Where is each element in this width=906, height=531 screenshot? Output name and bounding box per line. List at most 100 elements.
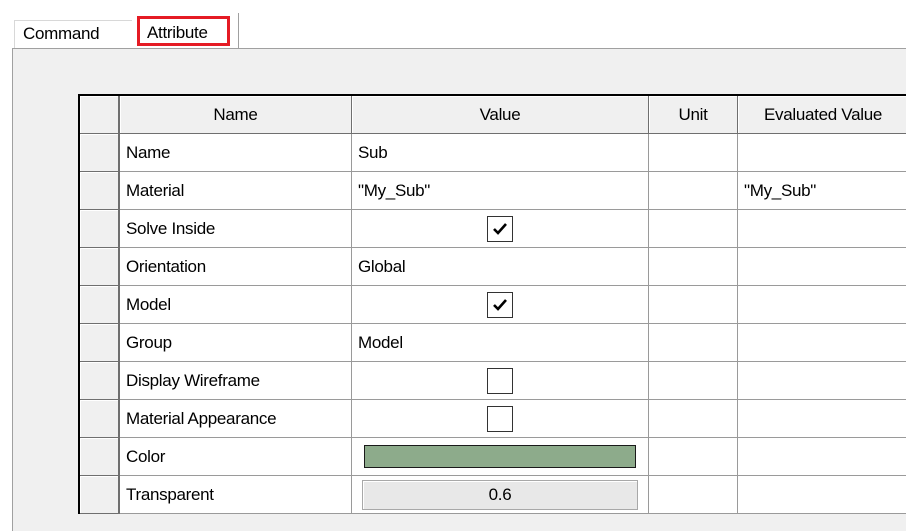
property-name-cell: Material: [120, 172, 352, 210]
property-evaluated-cell: [738, 324, 906, 362]
property-value-cell: [352, 400, 649, 438]
property-unit-cell: [649, 172, 738, 210]
property-grid: Name Value Unit Evaluated Value Name Sub…: [78, 94, 906, 514]
property-value-cell[interactable]: "My_Sub": [352, 172, 649, 210]
property-value-cell: [352, 438, 649, 476]
row-header[interactable]: [80, 400, 120, 438]
table-row: Solve Inside: [80, 210, 906, 248]
table-row: Display Wireframe: [80, 362, 906, 400]
property-name: Solve Inside: [126, 218, 216, 238]
property-unit-cell: [649, 438, 738, 476]
column-header-label: Evaluated Value: [763, 104, 883, 124]
property-name-cell: Name: [120, 134, 352, 172]
row-header[interactable]: [80, 362, 120, 400]
property-evaluated-cell: [738, 210, 906, 248]
tab-command-label: Command: [23, 24, 100, 43]
property-value: Global: [358, 256, 406, 276]
property-name-cell: Model: [120, 286, 352, 324]
property-value-cell: [352, 210, 649, 248]
tab-command[interactable]: Command: [14, 20, 132, 49]
property-value: "My_Sub": [358, 180, 431, 200]
column-header-label: Name: [213, 104, 258, 124]
table-row: Transparent 0.6: [80, 476, 906, 514]
property-name-cell: Material Appearance: [120, 400, 352, 438]
property-unit-cell: [649, 324, 738, 362]
property-evaluated-cell: [738, 400, 906, 438]
property-name-cell: Orientation: [120, 248, 352, 286]
property-evaluated-cell: [738, 248, 906, 286]
property-evaluated-cell: [738, 134, 906, 172]
property-evaluated-value: "My_Sub": [744, 180, 817, 200]
checkmark-icon: [493, 222, 507, 235]
property-name: Transparent: [126, 484, 214, 504]
checkmark-icon: [493, 298, 507, 311]
row-header[interactable]: [80, 286, 120, 324]
table-row: Material Appearance: [80, 400, 906, 438]
row-header[interactable]: [80, 210, 120, 248]
material-appearance-checkbox[interactable]: [487, 405, 513, 432]
property-name: Name: [126, 142, 171, 162]
property-name: Model: [126, 294, 171, 314]
tab-attribute-label: Attribute: [147, 23, 208, 42]
property-name: Material: [126, 180, 185, 200]
property-name-cell: Display Wireframe: [120, 362, 352, 400]
property-name: Color: [126, 446, 166, 466]
property-evaluated-cell: [738, 438, 906, 476]
transparency-value: 0.6: [488, 484, 512, 504]
transparency-value-button[interactable]: 0.6: [362, 479, 638, 510]
corner-header[interactable]: [80, 96, 120, 134]
row-header[interactable]: [80, 476, 120, 514]
property-value-cell[interactable]: Model: [352, 324, 649, 362]
solve-inside-checkbox[interactable]: [487, 215, 513, 242]
column-header-unit[interactable]: Unit: [649, 96, 738, 134]
table-row: Group Model: [80, 324, 906, 362]
property-value-cell: [352, 362, 649, 400]
column-header-name[interactable]: Name: [120, 96, 352, 134]
attribute-panel: Name Value Unit Evaluated Value Name Sub…: [12, 49, 906, 531]
column-header-value[interactable]: Value: [352, 96, 649, 134]
table-row: Name Sub: [80, 134, 906, 172]
property-value: Model: [358, 332, 403, 352]
property-name-cell: Solve Inside: [120, 210, 352, 248]
column-header-evaluated-value[interactable]: Evaluated Value: [738, 96, 906, 134]
table-row: Color: [80, 438, 906, 476]
property-unit-cell: [649, 134, 738, 172]
row-header[interactable]: [80, 172, 120, 210]
property-unit-cell: [649, 286, 738, 324]
table-row: Model: [80, 286, 906, 324]
property-unit-cell: [649, 248, 738, 286]
property-unit-cell: [649, 362, 738, 400]
property-unit-cell: [649, 476, 738, 514]
column-header-label: Unit: [678, 104, 708, 124]
property-name: Display Wireframe: [126, 370, 260, 390]
property-evaluated-cell: [738, 286, 906, 324]
property-value-cell[interactable]: Sub: [352, 134, 649, 172]
property-unit-cell: [649, 400, 738, 438]
property-name: Orientation: [126, 256, 206, 276]
grid-header-row: Name Value Unit Evaluated Value: [80, 96, 906, 134]
property-name-cell: Transparent: [120, 476, 352, 514]
row-header[interactable]: [80, 438, 120, 476]
property-name-cell: Color: [120, 438, 352, 476]
property-value-cell: 0.6: [352, 476, 649, 514]
color-swatch[interactable]: [364, 445, 636, 468]
property-name: Material Appearance: [126, 408, 277, 428]
column-header-label: Value: [479, 104, 521, 124]
row-header[interactable]: [80, 248, 120, 286]
tab-attribute[interactable]: Attribute: [134, 13, 239, 49]
property-name: Group: [126, 332, 172, 352]
row-header[interactable]: [80, 324, 120, 362]
table-row: Material "My_Sub" "My_Sub": [80, 172, 906, 210]
model-checkbox[interactable]: [487, 291, 513, 318]
property-unit-cell: [649, 210, 738, 248]
property-evaluated-cell: [738, 362, 906, 400]
property-evaluated-cell: [738, 476, 906, 514]
property-value-cell[interactable]: Global: [352, 248, 649, 286]
display-wireframe-checkbox[interactable]: [487, 367, 513, 394]
property-value-cell: [352, 286, 649, 324]
tab-attribute-highlight: Attribute: [137, 16, 230, 46]
tab-strip: Command Attribute: [0, 0, 906, 50]
table-row: Orientation Global: [80, 248, 906, 286]
row-header[interactable]: [80, 134, 120, 172]
property-name-cell: Group: [120, 324, 352, 362]
